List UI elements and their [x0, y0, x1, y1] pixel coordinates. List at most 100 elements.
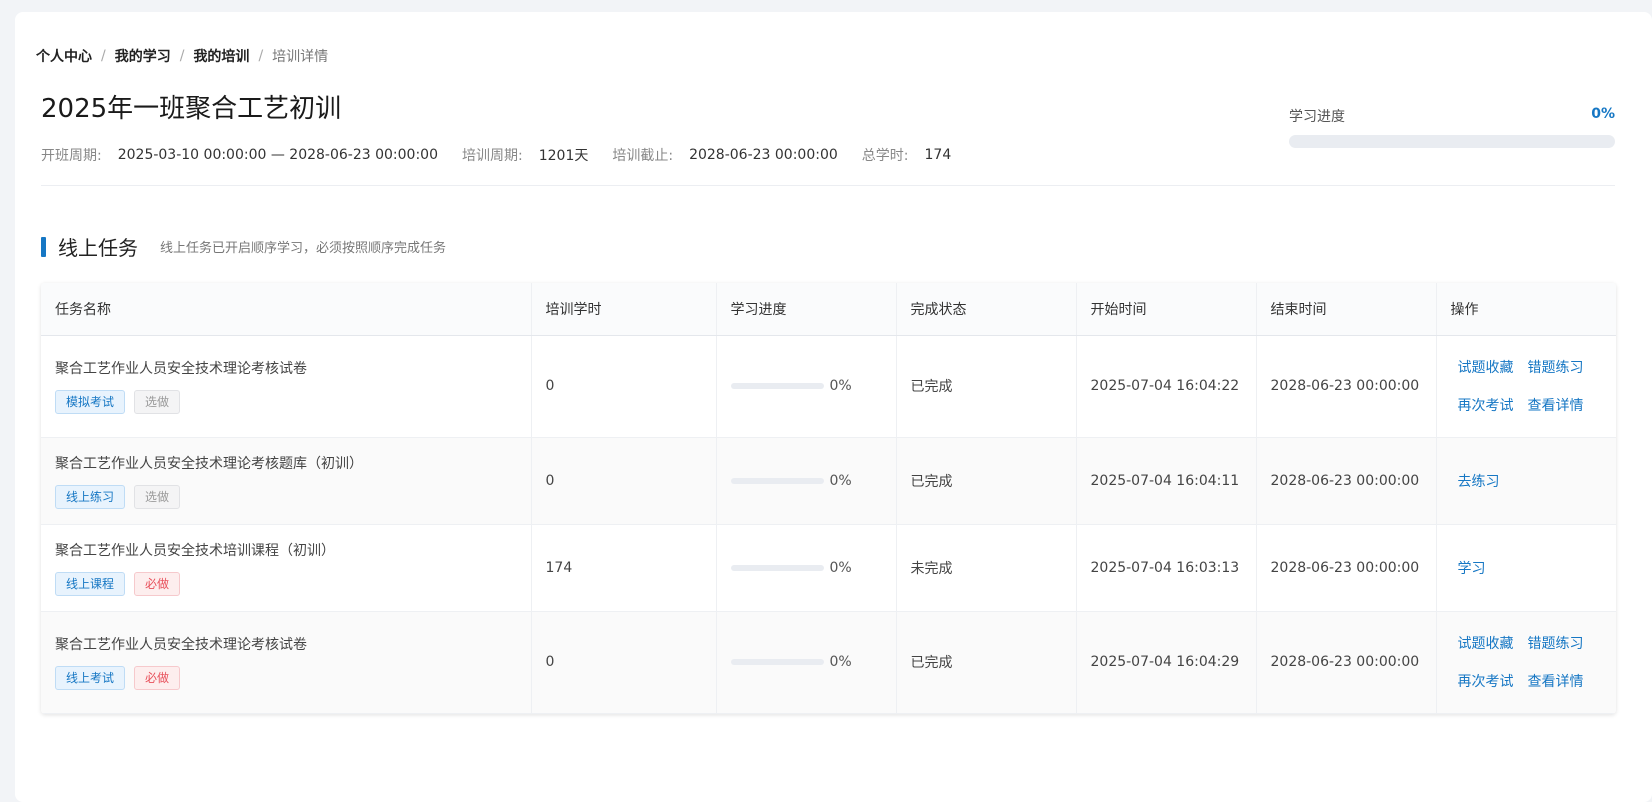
task-name: 聚合工艺作业人员安全技术培训课程（初训）: [55, 542, 335, 559]
breadcrumb-item-my-training[interactable]: 我的培训: [193, 46, 249, 66]
task-tags: 线上课程 必做: [55, 571, 531, 596]
breadcrumb-separator: /: [101, 48, 106, 64]
col-header-start: 开始时间: [1076, 283, 1257, 336]
task-progress-cell: 0%: [716, 611, 897, 714]
section-title: 线上任务: [58, 236, 138, 260]
meta-key-class-period: 开班周期:: [41, 148, 102, 164]
study-link[interactable]: 学习: [1458, 558, 1486, 578]
task-progress-percent: 0%: [829, 654, 852, 670]
task-name: 聚合工艺作业人员安全技术理论考核试卷: [55, 637, 307, 653]
table-row: 聚合工艺作业人员安全技术理论考核试卷 模拟考试 选做 0 0% 已完成 2025…: [41, 335, 1616, 438]
task-name-cell: 聚合工艺作业人员安全技术培训课程（初训） 线上课程 必做: [41, 524, 532, 612]
retake-exam-link[interactable]: 再次考试: [1458, 395, 1514, 415]
task-type-tag: 线上考试: [55, 666, 126, 690]
view-details-link[interactable]: 查看详情: [1528, 671, 1584, 691]
task-end-time: 2028-06-23 00:00:00: [1256, 611, 1437, 714]
task-tags: 模拟考试 选做: [55, 390, 531, 414]
favorite-questions-link[interactable]: 试题收藏: [1458, 357, 1514, 377]
task-name: 聚合工艺作业人员安全技术理论考核题库（初训）: [55, 455, 363, 472]
task-start-time: 2025-07-04 16:04:29: [1076, 611, 1257, 714]
task-end-time: 2028-06-23 00:00:00: [1256, 437, 1437, 525]
task-hours: 174: [531, 524, 717, 612]
task-start-time: 2025-07-04 16:04:22: [1076, 335, 1257, 438]
task-start-time: 2025-07-04 16:03:13: [1076, 524, 1257, 612]
task-status: 未完成: [896, 524, 1077, 612]
section-note: 线上任务已开启顺序学习，必须按照顺序完成任务: [160, 241, 447, 256]
task-requirement-tag: 必做: [134, 666, 181, 690]
meta-key-total-hours: 总学时:: [861, 148, 909, 164]
task-status: 已完成: [896, 335, 1077, 438]
task-status: 已完成: [896, 611, 1077, 714]
section-header: 线上任务 线上任务已开启顺序学习，必须按照顺序完成任务: [41, 232, 446, 261]
task-progress-bar: [730, 564, 824, 571]
task-requirement-tag: 必做: [134, 571, 181, 596]
task-hours: 0: [531, 335, 717, 438]
wrong-question-practice-link[interactable]: 错题练习: [1528, 633, 1584, 653]
meta-key-training-period: 培训周期:: [462, 148, 523, 164]
task-progress-cell: 0%: [716, 335, 897, 438]
col-header-actions: 操作: [1436, 283, 1616, 336]
breadcrumb-item-my-learning[interactable]: 我的学习: [115, 46, 171, 66]
task-status: 已完成: [896, 437, 1077, 525]
table-header-row: 任务名称 培训学时 学习进度 完成状态 开始时间 结束时间 操作: [41, 283, 1616, 336]
task-name: 聚合工艺作业人员安全技术理论考核试卷: [55, 361, 307, 377]
task-tags: 线上考试 必做: [55, 666, 531, 690]
col-header-end: 结束时间: [1256, 283, 1437, 336]
task-start-time: 2025-07-04 16:04:11: [1076, 437, 1257, 525]
overall-progress: 学习进度 0%: [1289, 106, 1615, 148]
favorite-questions-link[interactable]: 试题收藏: [1458, 633, 1514, 653]
task-end-time: 2028-06-23 00:00:00: [1256, 524, 1437, 612]
page-title: 2025年一班聚合工艺初训: [41, 94, 342, 124]
task-actions-cell: 去练习: [1436, 437, 1616, 525]
header-divider: [41, 185, 1615, 186]
page-card: 个人中心 / 我的学习 / 我的培训 / 培训详情 2025年一班聚合工艺初训 …: [15, 12, 1652, 802]
overall-progress-percent: 0%: [1591, 106, 1615, 122]
task-type-tag: 线上课程: [55, 571, 126, 596]
task-progress-percent: 0%: [829, 472, 852, 489]
table-row: 聚合工艺作业人员安全技术理论考核题库（初训） 线上练习 选做 0 0% 已完成 …: [41, 437, 1616, 525]
task-name-cell: 聚合工艺作业人员安全技术理论考核试卷 线上考试 必做: [41, 611, 532, 714]
view-details-link[interactable]: 查看详情: [1528, 395, 1584, 415]
task-progress-cell: 0%: [716, 524, 897, 612]
task-progress-bar: [730, 659, 824, 665]
task-progress-bar: [730, 383, 824, 389]
col-header-progress: 学习进度: [716, 283, 897, 336]
task-name-cell: 聚合工艺作业人员安全技术理论考核试卷 模拟考试 选做: [41, 335, 532, 438]
task-progress-bar: [730, 477, 824, 484]
task-end-time: 2028-06-23 00:00:00: [1256, 335, 1437, 438]
breadcrumb: 个人中心 / 我的学习 / 我的培训 / 培训详情: [36, 46, 328, 66]
task-table: 任务名称 培训学时 学习进度 完成状态 开始时间 结束时间 操作 聚合工艺作业人…: [41, 283, 1616, 714]
wrong-question-practice-link[interactable]: 错题练习: [1528, 357, 1584, 377]
overall-progress-label: 学习进度: [1289, 109, 1345, 125]
task-progress-cell: 0%: [716, 437, 897, 525]
task-progress-percent: 0%: [829, 378, 852, 394]
table-row: 聚合工艺作业人员安全技术培训课程（初训） 线上课程 必做 174 0% 未完成 …: [41, 524, 1616, 612]
task-hours: 0: [531, 437, 717, 525]
breadcrumb-item-current: 培训详情: [272, 49, 329, 65]
breadcrumb-separator: /: [179, 48, 185, 64]
breadcrumb-separator: /: [258, 48, 264, 64]
section-accent-bar: [41, 236, 46, 257]
task-requirement-tag: 选做: [134, 484, 181, 509]
task-actions-cell: 试题收藏 错题练习 再次考试 查看详情: [1436, 335, 1616, 438]
col-header-task-name: 任务名称: [41, 283, 532, 336]
meta-value-class-period: 2025-03-10 00:00:00 — 2028-06-23 00:00:0…: [117, 147, 438, 163]
task-type-tag: 模拟考试: [55, 390, 126, 414]
training-meta: 开班周期: 2025-03-10 00:00:00 — 2028-06-23 0…: [41, 145, 975, 165]
retake-exam-link[interactable]: 再次考试: [1458, 671, 1514, 691]
overall-progress-bar: [1289, 135, 1615, 148]
task-type-tag: 线上练习: [55, 484, 126, 509]
task-requirement-tag: 选做: [134, 390, 181, 414]
col-header-hours: 培训学时: [531, 283, 717, 336]
task-progress-percent: 0%: [829, 559, 852, 576]
meta-value-training-period: 1201天: [538, 148, 589, 164]
meta-value-deadline: 2028-06-23 00:00:00: [689, 147, 838, 163]
task-tags: 线上练习 选做: [55, 484, 531, 509]
col-header-status: 完成状态: [896, 283, 1077, 336]
task-actions-cell: 学习: [1436, 524, 1616, 612]
breadcrumb-item-personal-center[interactable]: 个人中心: [36, 46, 92, 66]
meta-value-total-hours: 174: [924, 147, 952, 163]
go-practice-link[interactable]: 去练习: [1458, 471, 1500, 491]
table-row: 聚合工艺作业人员安全技术理论考核试卷 线上考试 必做 0 0% 已完成 2025…: [41, 611, 1616, 714]
meta-key-deadline: 培训截止:: [612, 148, 674, 164]
